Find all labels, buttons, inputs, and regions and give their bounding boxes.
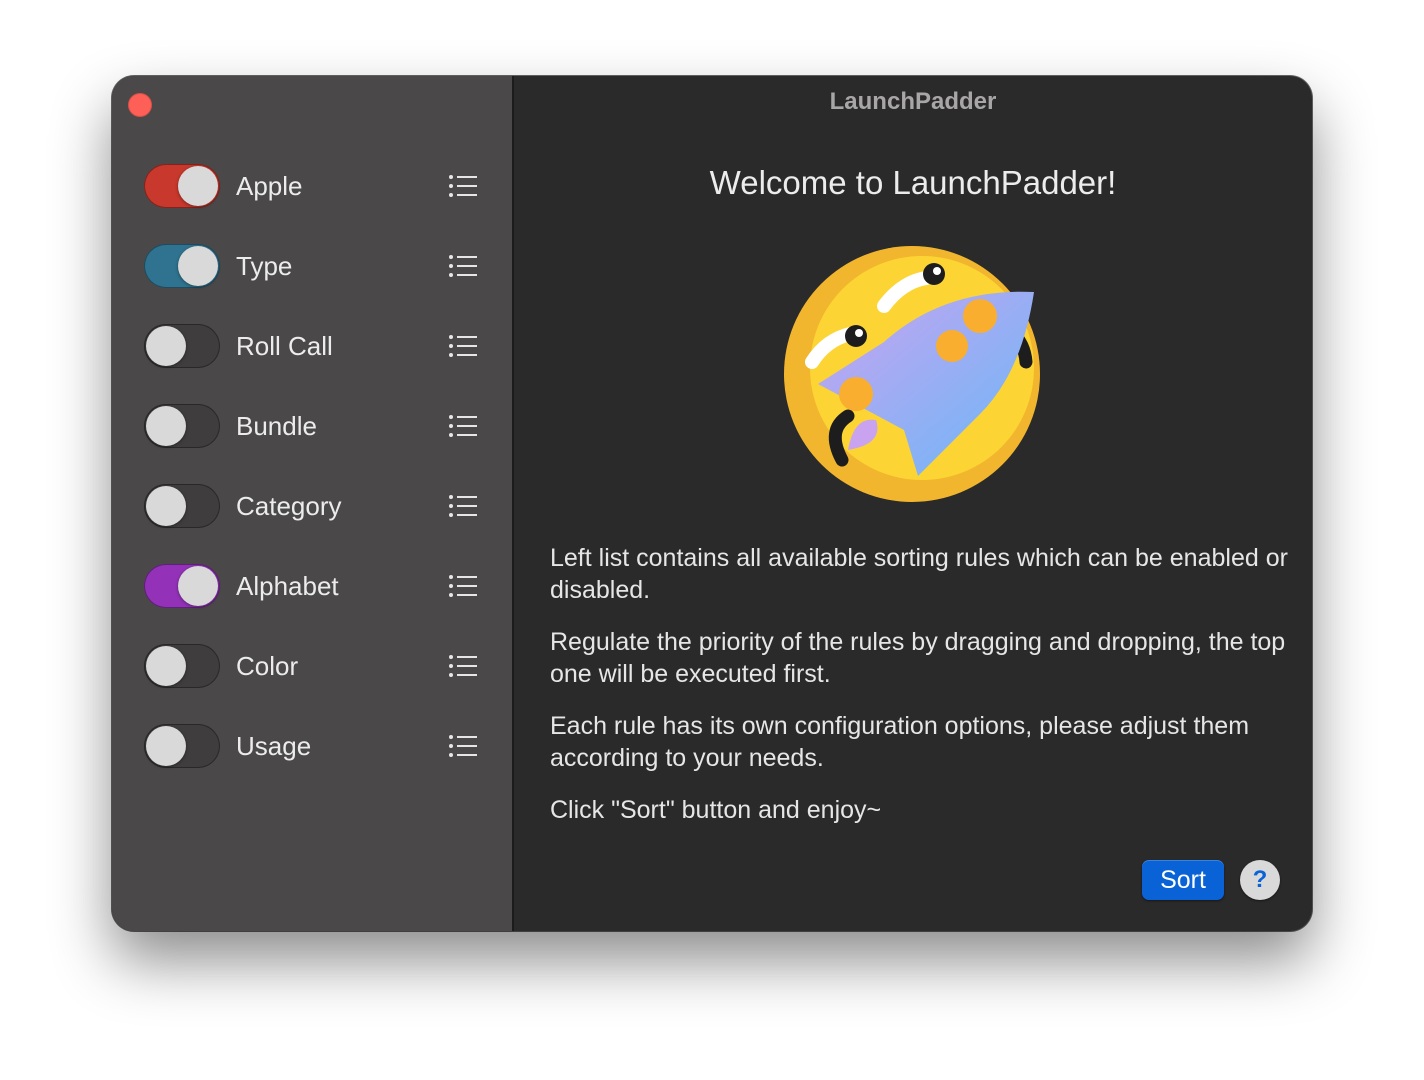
- rule-toggle[interactable]: [144, 564, 220, 608]
- list-icon[interactable]: [448, 734, 478, 758]
- welcome-heading: Welcome to LaunchPadder!: [709, 164, 1117, 201]
- toggle-knob: [146, 326, 186, 366]
- list-icon[interactable]: [448, 654, 478, 678]
- rule-row-apple[interactable]: Apple: [112, 146, 512, 226]
- description-paragraph: Left list contains all available sorting…: [550, 544, 1288, 604]
- toggle-knob: [146, 646, 186, 686]
- rule-toggle[interactable]: [144, 244, 220, 288]
- rocket-logo-icon: [784, 246, 1040, 502]
- list-icon[interactable]: [448, 334, 478, 358]
- sidebar: Apple Type Roll Call Bundle Category Alp…: [112, 76, 514, 931]
- rule-toggle[interactable]: [144, 484, 220, 528]
- rule-list: Apple Type Roll Call Bundle Category Alp…: [112, 146, 512, 786]
- rule-label: Category: [236, 491, 342, 521]
- list-icon[interactable]: [448, 414, 478, 438]
- toggle-knob: [178, 166, 218, 206]
- toggle-knob: [146, 726, 186, 766]
- list-icon[interactable]: [448, 494, 478, 518]
- window-title: LaunchPadder: [829, 88, 997, 115]
- description: Left list contains all available sorting…: [550, 542, 1290, 846]
- rule-row-color[interactable]: Color: [112, 626, 512, 706]
- app-window: Apple Type Roll Call Bundle Category Alp…: [112, 76, 1312, 931]
- description-paragraph: Each rule has its own configuration opti…: [550, 712, 1250, 772]
- rule-row-bundle[interactable]: Bundle: [112, 386, 512, 466]
- toggle-knob: [146, 406, 186, 446]
- rule-toggle[interactable]: [144, 404, 220, 448]
- rule-label: Roll Call: [236, 331, 333, 361]
- toggle-knob: [178, 566, 218, 606]
- rule-row-alphabet[interactable]: Alphabet: [112, 546, 512, 626]
- rule-row-type[interactable]: Type: [112, 226, 512, 306]
- description-paragraph: Click "Sort" button and enjoy~: [550, 796, 882, 824]
- rule-row-usage[interactable]: Usage: [112, 706, 512, 786]
- rule-toggle[interactable]: [144, 644, 220, 688]
- rule-label: Color: [236, 651, 299, 681]
- rule-row-roll-call[interactable]: Roll Call: [112, 306, 512, 386]
- rule-label: Usage: [236, 731, 312, 761]
- description-paragraph: Regulate the priority of the rules by dr…: [550, 628, 1286, 688]
- toggle-knob: [178, 246, 218, 286]
- rule-toggle[interactable]: [144, 724, 220, 768]
- rule-row-category[interactable]: Category: [112, 466, 512, 546]
- toggle-knob: [146, 486, 186, 526]
- list-icon[interactable]: [448, 174, 478, 198]
- rule-toggle[interactable]: [144, 324, 220, 368]
- list-icon[interactable]: [448, 574, 478, 598]
- list-icon[interactable]: [448, 254, 478, 278]
- rule-label: Alphabet: [236, 571, 339, 601]
- help-button[interactable]: ?: [1240, 860, 1280, 900]
- main-panel: LaunchPadder Welcome to LaunchPadder! Le…: [514, 76, 1312, 931]
- close-window-button[interactable]: [128, 93, 152, 117]
- sort-button[interactable]: Sort: [1142, 860, 1224, 900]
- rule-label: Type: [236, 251, 293, 281]
- rule-toggle[interactable]: [144, 164, 220, 208]
- rule-label: Apple: [236, 171, 303, 201]
- rule-label: Bundle: [236, 411, 317, 441]
